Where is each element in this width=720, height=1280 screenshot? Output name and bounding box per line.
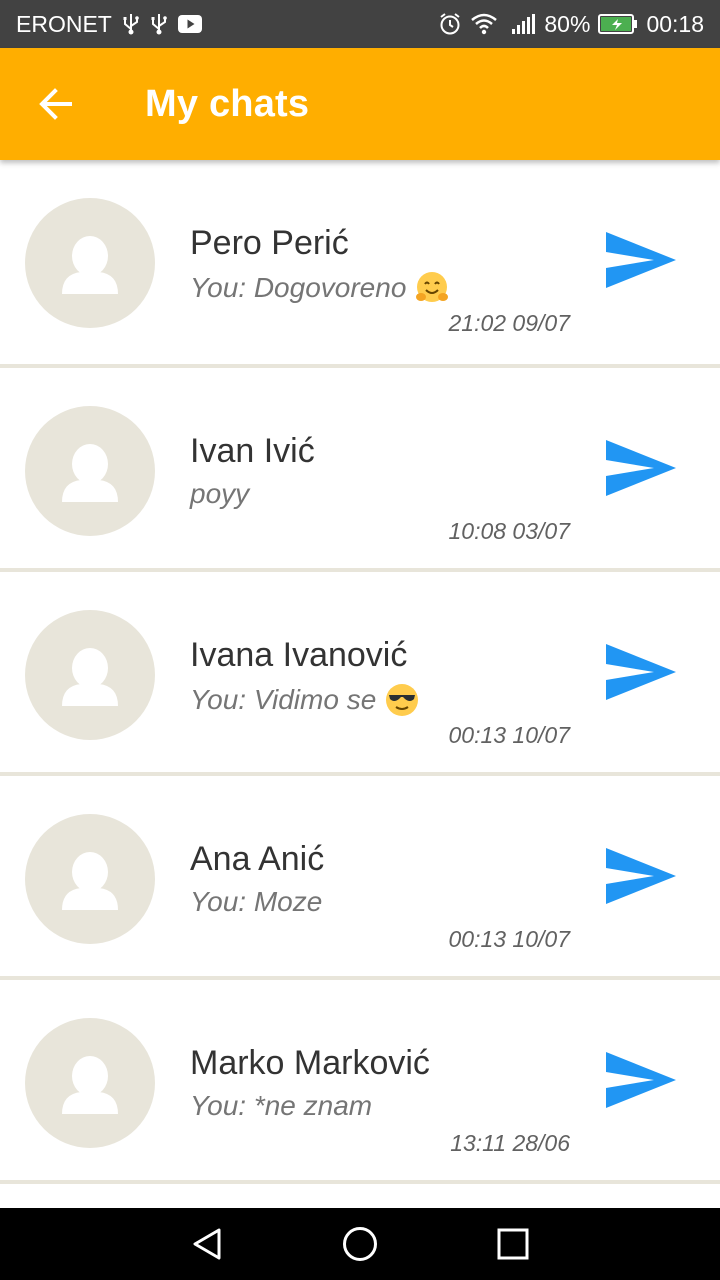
clock-time: 00:18 bbox=[646, 10, 704, 37]
send-button[interactable] bbox=[604, 230, 678, 294]
chat-timestamp: 00:13 10/07 bbox=[448, 722, 570, 748]
sunglasses-emoji-icon bbox=[386, 684, 419, 716]
person-icon bbox=[62, 1056, 118, 1114]
send-icon bbox=[606, 1052, 676, 1108]
chat-list[interactable]: Pero Perić You: Dogovoreno 21:02 09/07 Ivan… bbox=[0, 160, 720, 1208]
chat-list-item[interactable]: Marko Marković You: *ne znam 13:11 28/06 bbox=[0, 980, 720, 1184]
chat-timestamp: 10:08 03/07 bbox=[448, 518, 570, 544]
youtube-icon bbox=[177, 15, 202, 33]
person-icon bbox=[62, 648, 118, 706]
page-title: My chats bbox=[145, 82, 310, 125]
chat-list-item[interactable]: Pero Perić You: Dogovoreno 21:02 09/07 bbox=[0, 160, 720, 368]
arrow-back-icon bbox=[39, 88, 72, 120]
usb-icon bbox=[150, 13, 168, 35]
chat-contact-name: Ana Anić bbox=[190, 840, 325, 878]
chat-last-message-text: poyy bbox=[190, 478, 250, 509]
avatar bbox=[25, 198, 155, 328]
send-icon bbox=[606, 644, 676, 700]
chat-last-message: You: Moze bbox=[190, 886, 322, 918]
avatar bbox=[25, 814, 155, 944]
status-bar: ERONET 80% 00:18 bbox=[0, 0, 720, 48]
chat-last-message: You: Vidimo se bbox=[190, 682, 420, 718]
chat-contact-name: Ivana Ivanović bbox=[190, 636, 408, 674]
nav-back-button[interactable] bbox=[177, 1214, 237, 1274]
square-recents-icon bbox=[497, 1228, 529, 1260]
chat-last-message: You: Dogovoreno bbox=[190, 270, 450, 306]
chat-last-message-text: You: Vidimo se bbox=[190, 684, 377, 715]
alarm-icon bbox=[438, 12, 462, 36]
chat-last-message-text: You: Moze bbox=[190, 886, 323, 917]
nav-recents-button[interactable] bbox=[483, 1214, 543, 1274]
send-button[interactable] bbox=[604, 438, 678, 502]
send-icon bbox=[606, 232, 676, 288]
chat-contact-name: Pero Perić bbox=[190, 224, 349, 262]
send-button[interactable] bbox=[604, 1050, 678, 1114]
chat-list-item[interactable]: Ivan Ivić poyy 10:08 03/07 bbox=[0, 368, 720, 572]
battery-icon bbox=[598, 14, 638, 34]
avatar bbox=[25, 610, 155, 740]
circle-home-icon bbox=[342, 1227, 377, 1261]
chat-last-message-text: You: Dogovoreno bbox=[190, 272, 407, 303]
chat-list-item[interactable]: Ivana Ivanović You: Vidimo se 00:13 10/07 bbox=[0, 572, 720, 776]
chat-contact-name: Marko Marković bbox=[190, 1044, 430, 1082]
avatar bbox=[25, 406, 155, 536]
signal-icon bbox=[512, 14, 536, 34]
send-icon bbox=[606, 440, 676, 496]
person-icon bbox=[62, 236, 118, 294]
send-button[interactable] bbox=[604, 642, 678, 706]
chat-last-message-text: You: *ne znam bbox=[190, 1090, 373, 1121]
chat-last-message: poyy bbox=[190, 478, 249, 510]
triangle-back-icon bbox=[193, 1228, 221, 1260]
chat-contact-name: Ivan Ivić bbox=[190, 432, 315, 470]
wifi-icon bbox=[470, 13, 498, 35]
hugging-face-emoji-icon bbox=[416, 272, 449, 302]
usb-icon bbox=[122, 13, 140, 35]
chat-timestamp: 00:13 10/07 bbox=[448, 926, 570, 952]
person-icon bbox=[62, 444, 118, 502]
person-icon bbox=[62, 852, 118, 910]
send-button[interactable] bbox=[604, 846, 678, 910]
chat-list-item[interactable]: Ana Anić You: Moze 00:13 10/07 bbox=[0, 776, 720, 980]
battery-percent: 80% bbox=[544, 10, 591, 37]
send-icon bbox=[606, 848, 676, 904]
back-button[interactable] bbox=[0, 48, 112, 160]
avatar bbox=[25, 1018, 155, 1148]
chat-last-message: You: *ne znam bbox=[190, 1090, 372, 1122]
nav-home-button[interactable] bbox=[330, 1214, 390, 1274]
navigation-bar bbox=[0, 1208, 720, 1280]
carrier-name: ERONET bbox=[16, 10, 112, 37]
chat-timestamp: 21:02 09/07 bbox=[448, 310, 570, 336]
app-bar: My chats bbox=[0, 48, 720, 160]
chat-timestamp: 13:11 28/06 bbox=[450, 1130, 570, 1156]
